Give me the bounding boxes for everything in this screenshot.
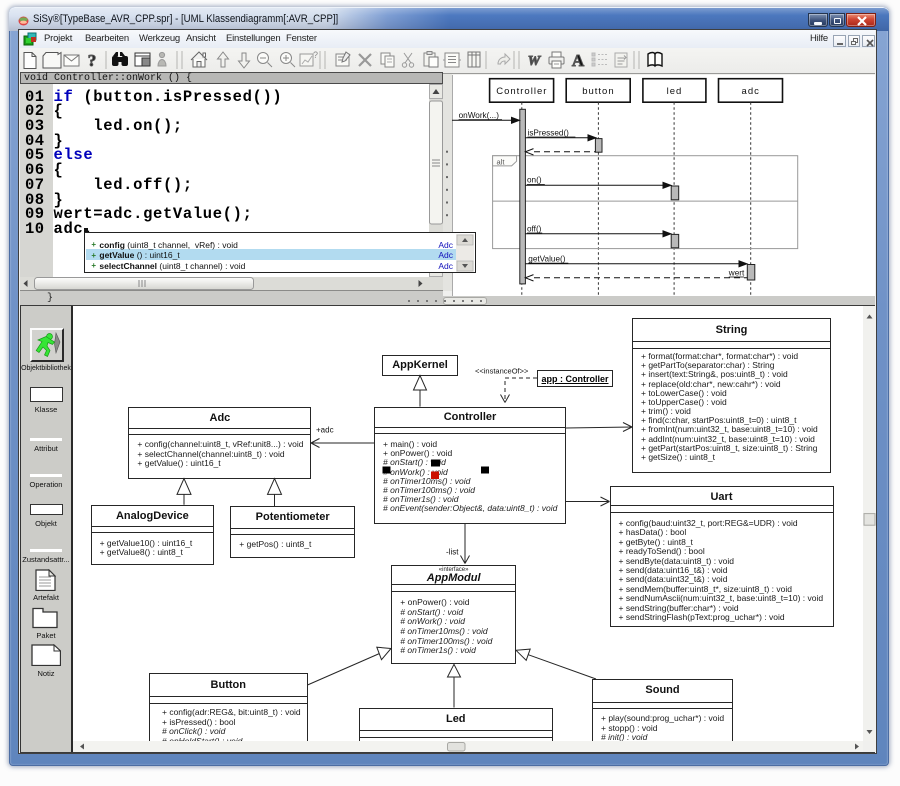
- svg-text:led: led: [667, 86, 683, 97]
- svg-text:?: ?: [88, 51, 97, 70]
- svg-text:?: ?: [313, 50, 318, 60]
- svg-text:-list: -list: [446, 548, 459, 557]
- svg-text:getValue(): getValue(): [528, 255, 565, 264]
- svg-text:W: W: [528, 54, 542, 69]
- svg-text:Controller: Controller: [496, 86, 547, 97]
- svg-text:wert: wert: [728, 268, 745, 277]
- svg-text:button: button: [582, 86, 614, 97]
- svg-text:alt: alt: [497, 158, 506, 167]
- svg-text:onWork(...): onWork(...): [459, 111, 500, 120]
- svg-text:on(): on(): [527, 176, 542, 185]
- svg-text:A: A: [572, 51, 585, 70]
- svg-text:off(): off(): [527, 224, 542, 233]
- svg-text:isPressed(): isPressed(): [528, 128, 570, 137]
- svg-text:+adc: +adc: [316, 426, 334, 435]
- svg-text:adc: adc: [742, 86, 760, 97]
- svg-text:<<instanceOf>>: <<instanceOf>>: [475, 367, 529, 376]
